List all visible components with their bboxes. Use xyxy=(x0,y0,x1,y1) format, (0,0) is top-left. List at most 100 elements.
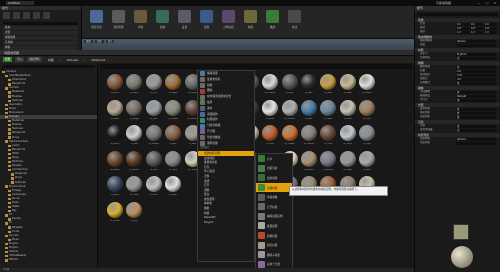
property-value-input[interactable]: 是 xyxy=(456,90,496,94)
viewport-perspective-button[interactable]: 透视 xyxy=(84,40,93,43)
submenu-item[interactable]: 组合材质 xyxy=(256,240,292,250)
viewport-lit-button[interactable]: 光照 xyxy=(94,40,104,43)
property-value-input[interactable]: M_Brick xyxy=(456,52,496,56)
asset-tile[interactable]: M_Glass xyxy=(319,99,337,123)
foliage-mode-icon[interactable] xyxy=(33,12,40,19)
toolbar-button[interactable]: 启动 xyxy=(284,8,305,35)
asset-tile[interactable]: M_Fabric xyxy=(106,99,124,123)
submenu-item[interactable]: 封装当前 xyxy=(256,164,292,174)
place-mode-icon[interactable] xyxy=(3,12,10,19)
asset-tile[interactable]: M_Grey xyxy=(164,150,182,174)
property-value-input[interactable]: Default xyxy=(456,94,496,98)
asset-tile[interactable]: M_White xyxy=(261,99,279,123)
breadcrumb-root[interactable]: 内容 xyxy=(48,58,54,62)
submenu-item[interactable]: 创建材质 xyxy=(256,182,292,193)
submenu-item[interactable]: 打开材质 xyxy=(256,202,292,212)
property-value-input[interactable]: 是 xyxy=(456,81,496,85)
landscape-mode-icon[interactable] xyxy=(23,12,30,19)
submenu-item[interactable]: 替换材质 xyxy=(256,231,292,241)
details-search-input[interactable] xyxy=(417,13,498,16)
asset-tile[interactable]: M_Wicker xyxy=(300,150,318,174)
asset-tile[interactable]: M_Granite xyxy=(300,124,318,148)
paint-mode-icon[interactable] xyxy=(13,12,20,19)
asset-tile[interactable]: M_Marble xyxy=(358,73,376,97)
submenu-item[interactable]: 删除子材质 xyxy=(256,250,292,260)
viewport-show-button[interactable]: 显示 xyxy=(105,40,115,43)
asset-search-input[interactable] xyxy=(100,64,412,69)
property-value-input[interactable]: 0.0 xyxy=(456,77,496,81)
level-tab[interactable]: Untitled xyxy=(6,1,34,5)
geometry-mode-icon[interactable] xyxy=(43,12,50,19)
mode-item[interactable]: 光照 xyxy=(3,31,78,35)
breadcrumb-materials[interactable]: Materials xyxy=(92,58,106,62)
asset-tile[interactable]: M_Walnut xyxy=(125,150,143,174)
property-value-input[interactable]: Sphere xyxy=(456,39,496,43)
mode-item[interactable]: 几何体 xyxy=(3,41,78,45)
asset-tile[interactable]: M_Silver xyxy=(145,175,163,199)
toolbar-button[interactable]: 商城 xyxy=(152,8,173,35)
asset-tile[interactable]: M_Gold xyxy=(319,73,337,97)
asset-tile[interactable]: M_Scratch xyxy=(145,124,163,148)
asset-tile[interactable]: M_Ceramic xyxy=(261,73,279,97)
asset-tile[interactable]: M_Pebble xyxy=(164,99,182,123)
property-value-input[interactable]: 是 xyxy=(456,124,496,128)
asset-tile[interactable]: M_Sand xyxy=(339,73,357,97)
add-new-button[interactable]: 新增 xyxy=(3,57,13,62)
mode-item[interactable]: 基本 xyxy=(3,26,78,30)
asset-tile[interactable]: M_Ball xyxy=(125,124,143,148)
import-button[interactable]: 导入 xyxy=(15,57,25,62)
modes-search-input[interactable] xyxy=(3,22,78,25)
asset-tile[interactable]: M_Tile xyxy=(145,73,163,97)
toolbar-button[interactable]: 源码管理 xyxy=(108,8,129,35)
property-value-input[interactable]: 否 xyxy=(456,56,496,60)
asset-tile[interactable]: M_Dots xyxy=(358,150,376,174)
toolbar-button[interactable]: 构建 xyxy=(240,8,261,35)
asset-tile[interactable]: M_Pine xyxy=(125,201,143,225)
asset-tile[interactable]: M_Grid xyxy=(145,99,163,123)
property-value-input[interactable]: 0.0 xyxy=(456,69,496,73)
material-preview-thumbnail[interactable] xyxy=(453,224,469,240)
submenu-item[interactable]: 编辑材质实例 xyxy=(256,212,292,222)
submenu-item[interactable]: 使用资源 xyxy=(256,173,292,183)
folder-search-input[interactable] xyxy=(2,65,95,68)
toolbar-button[interactable]: 保存当前 xyxy=(86,8,107,35)
toolbar-button[interactable]: 内容 xyxy=(130,8,151,35)
close-icon[interactable]: ✕ xyxy=(492,1,498,5)
submenu-item[interactable]: 批量处理 xyxy=(256,221,292,231)
submenu-item[interactable]: 共享 xyxy=(256,154,292,164)
asset-tile[interactable]: M_Stripe xyxy=(339,150,357,174)
level-viewport[interactable]: 透视 光照 显示 xyxy=(82,39,414,50)
asset-tile[interactable]: M_Blue xyxy=(300,99,318,123)
mode-item[interactable]: 视觉效果 xyxy=(3,36,78,40)
property-value-input[interactable]: 是 xyxy=(456,107,496,111)
property-value-input[interactable]: Sphere xyxy=(456,137,496,141)
asset-tile[interactable]: M_Yellow xyxy=(106,201,124,225)
asset-tile[interactable]: M_Pattern xyxy=(319,150,337,174)
asset-tile[interactable]: M_Burl xyxy=(164,124,182,148)
toolbar-button[interactable]: 播放 xyxy=(262,8,283,35)
asset-tile[interactable]: M_Cork xyxy=(358,99,376,123)
vector-component-input[interactable]: 1.0 xyxy=(456,30,469,34)
asset-tile[interactable]: M_Brown xyxy=(106,150,124,174)
property-value-input[interactable] xyxy=(456,141,496,145)
property-value-input[interactable]: 0.01 xyxy=(456,73,496,77)
property-value-input[interactable]: 是 xyxy=(456,98,496,102)
context-menu-item[interactable]: Project xyxy=(198,220,254,225)
toolbar-button[interactable]: 过场动画 xyxy=(218,8,239,35)
asset-tile[interactable]: M_Stone xyxy=(125,73,143,97)
asset-tile[interactable]: M_Paint xyxy=(339,99,357,123)
property-value-input[interactable]: 否 xyxy=(456,128,496,132)
asset-tile[interactable]: M_Wood xyxy=(164,73,182,97)
property-value-input[interactable]: 是 xyxy=(456,111,496,115)
save-all-button[interactable]: 保存所有 xyxy=(27,57,42,62)
asset-tile[interactable]: M_Rust xyxy=(261,124,279,148)
minimize-icon[interactable]: — xyxy=(476,1,482,5)
vector-component-input[interactable]: 1.0 xyxy=(484,30,497,34)
asset-tile[interactable]: M_Chrome xyxy=(281,99,299,123)
vector-component-input[interactable]: 1.0 xyxy=(470,30,483,34)
asset-tile[interactable]: M_Orange xyxy=(281,124,299,148)
property-value-input[interactable]: 否 xyxy=(456,65,496,69)
folder-tree-item[interactable]: Effects xyxy=(0,258,97,262)
asset-tile[interactable]: M_Black xyxy=(106,124,124,148)
asset-tile[interactable]: M_Pearl xyxy=(164,175,182,199)
